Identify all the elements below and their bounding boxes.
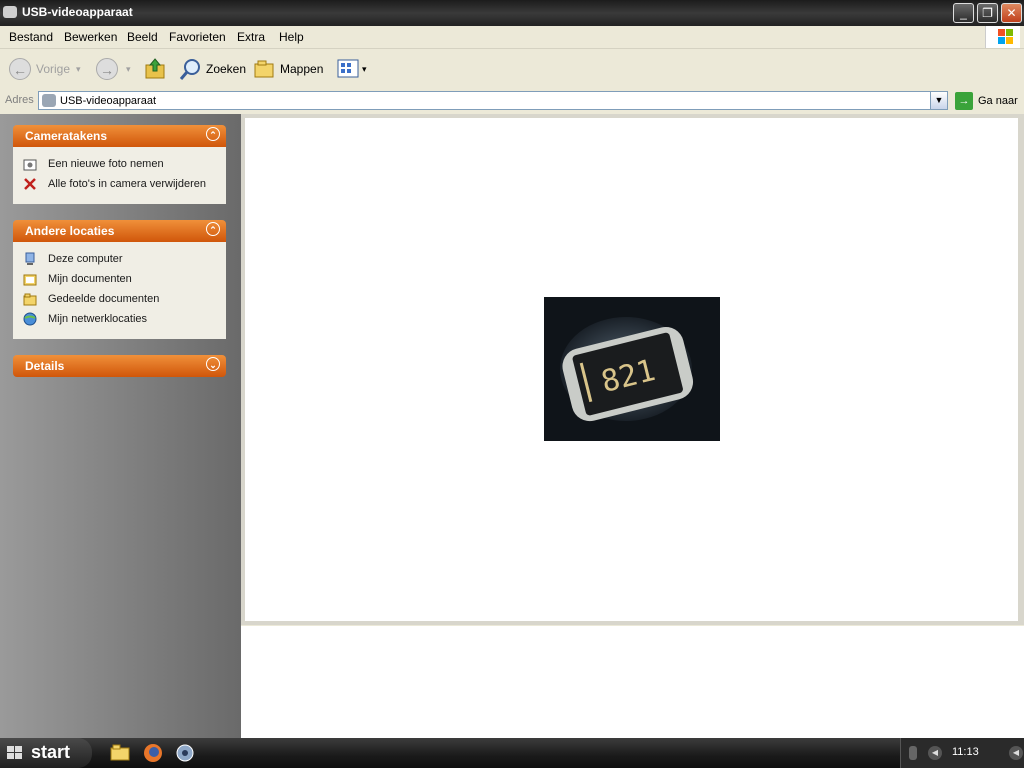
back-button-label[interactable]: Vorige bbox=[36, 62, 70, 76]
collapse-chevron-icon[interactable]: ⌃ bbox=[206, 127, 220, 141]
views-dropdown-icon[interactable]: ▾ bbox=[362, 64, 367, 75]
go-button-label[interactable]: Ga naar bbox=[978, 95, 1018, 107]
clock: 11:13 bbox=[952, 746, 979, 758]
restore-button[interactable]: ❐ bbox=[977, 3, 998, 23]
start-button[interactable]: start bbox=[0, 738, 92, 768]
windows-flag-icon bbox=[7, 746, 22, 759]
menu-bestand[interactable]: Bestand bbox=[9, 30, 53, 44]
toolbar: ← Vorige ▾ → ▾ Zoeken Mappen ▾ bbox=[0, 49, 1024, 90]
camera-icon bbox=[3, 6, 17, 18]
delete-x-icon bbox=[24, 178, 36, 190]
camera-preview-image: 821 bbox=[544, 297, 720, 441]
firefox-taskbar-icon[interactable] bbox=[141, 742, 165, 764]
search-icon[interactable] bbox=[179, 57, 203, 81]
thumbnail-pane bbox=[241, 626, 1024, 738]
menu-bar: Bestand Bewerken Beeld Favorieten Extra … bbox=[0, 26, 1024, 49]
panel-body-camera-tasks: Een nieuwe foto nemen Alle foto's in cam… bbox=[13, 147, 226, 204]
window-title: USB-videoapparaat bbox=[22, 5, 133, 19]
panel-title: Details bbox=[25, 359, 65, 373]
back-dropdown-icon[interactable]: ▾ bbox=[76, 64, 81, 75]
menu-beeld[interactable]: Beeld bbox=[127, 30, 158, 44]
views-icon[interactable] bbox=[337, 58, 359, 80]
forward-dropdown-icon[interactable]: ▾ bbox=[126, 64, 131, 75]
task-pane: Cameratakens ⌃ Een nieuwe foto nemen All… bbox=[0, 114, 241, 738]
show-desktop-icon[interactable]: ◀ bbox=[1009, 746, 1023, 760]
folders-button-label[interactable]: Mappen bbox=[280, 62, 323, 76]
address-input[interactable]: USB-videoapparaat ▼ bbox=[38, 91, 948, 110]
panel-body-other-places: Deze computer Mijn documenten Gedeelde d… bbox=[13, 242, 226, 339]
address-value: USB-videoapparaat bbox=[60, 95, 157, 107]
title-bar: USB-videoapparaat _ ❐ ✕ bbox=[0, 0, 1024, 26]
expand-chevron-icon[interactable]: ⌄ bbox=[206, 357, 220, 371]
camera-taskbar-icon[interactable] bbox=[173, 742, 197, 764]
close-button[interactable]: ✕ bbox=[1001, 3, 1022, 23]
network-globe-icon bbox=[23, 312, 37, 326]
documents-folder-icon bbox=[23, 274, 37, 286]
search-button-label[interactable]: Zoeken bbox=[206, 62, 246, 76]
computer-icon bbox=[25, 252, 35, 265]
shared-folder-icon bbox=[23, 293, 37, 306]
panel-header-camera-tasks[interactable]: Cameratakens ⌃ bbox=[13, 125, 226, 147]
tray-expand-icon[interactable]: ◀ bbox=[928, 746, 942, 760]
folders-icon[interactable] bbox=[253, 58, 277, 80]
explorer-taskbar-icon[interactable] bbox=[108, 742, 132, 764]
menu-extra[interactable]: Extra bbox=[237, 30, 265, 44]
collapse-chevron-icon[interactable]: ⌃ bbox=[206, 222, 220, 236]
windows-logo-icon bbox=[985, 26, 1020, 48]
folder-up-icon[interactable] bbox=[144, 57, 166, 81]
start-label: start bbox=[31, 742, 71, 762]
menu-bewerken[interactable]: Bewerken bbox=[64, 30, 117, 44]
panel-title: Cameratakens bbox=[25, 129, 108, 143]
go-arrow-icon[interactable]: → bbox=[955, 92, 973, 110]
back-arrow-icon[interactable]: ← bbox=[9, 58, 31, 80]
panel-title: Andere locaties bbox=[25, 224, 115, 238]
minimize-button[interactable]: _ bbox=[953, 3, 974, 23]
camera-icon bbox=[42, 94, 56, 107]
address-label: Adres bbox=[5, 94, 34, 106]
forward-arrow-icon[interactable]: → bbox=[96, 58, 118, 80]
menu-favorieten[interactable]: Favorieten bbox=[169, 30, 226, 44]
menu-help[interactable]: Help bbox=[279, 30, 304, 44]
panel-header-other-places[interactable]: Andere locaties ⌃ bbox=[13, 220, 226, 242]
panel-header-details[interactable]: Details ⌄ bbox=[13, 355, 226, 377]
volume-icon[interactable] bbox=[909, 746, 917, 760]
new-photo-icon bbox=[23, 159, 37, 171]
address-dropdown-icon[interactable]: ▼ bbox=[930, 92, 947, 109]
